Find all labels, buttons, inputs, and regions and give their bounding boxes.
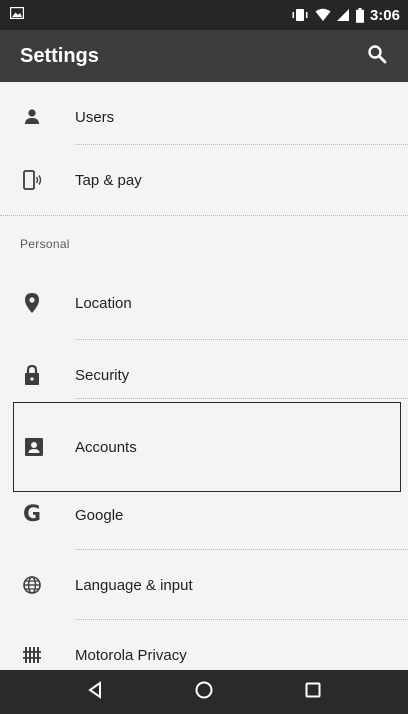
google-g-icon: G [20, 503, 44, 527]
settings-list: Users Tap & pay Personal Location Securi… [0, 82, 408, 670]
settings-item-label: Users [75, 108, 115, 126]
settings-item-label: Motorola Privacy [75, 646, 187, 664]
vibrate-icon [291, 8, 309, 22]
signal-icon [336, 8, 350, 22]
section-header-personal: Personal [20, 237, 70, 251]
battery-icon [355, 7, 364, 23]
section-divider [0, 215, 408, 216]
tap-pay-icon [20, 168, 44, 192]
page-title: Settings [20, 44, 99, 67]
back-icon [86, 680, 104, 704]
settings-item-label: Google [75, 506, 124, 524]
settings-item-language-input[interactable]: Language & input [0, 550, 408, 620]
home-icon [194, 680, 214, 705]
settings-item-motorola-privacy[interactable]: Motorola Privacy [0, 620, 408, 670]
settings-item-label: Location [75, 294, 132, 312]
settings-item-label: Accounts [75, 438, 137, 456]
recents-icon [304, 681, 322, 704]
account-box-icon [22, 435, 46, 459]
settings-item-users[interactable]: Users [0, 82, 408, 152]
search-button[interactable] [360, 39, 394, 73]
settings-item-google[interactable]: G Google [0, 480, 408, 550]
lock-icon [20, 363, 44, 387]
home-button[interactable] [184, 672, 224, 712]
google-g-glyph: G [22, 502, 42, 527]
settings-item-security[interactable]: Security [0, 340, 408, 410]
navigation-bar [0, 670, 408, 714]
settings-item-accounts[interactable]: Accounts [13, 402, 401, 492]
settings-item-label: Tap & pay [75, 171, 142, 189]
status-time: 3:06 [369, 6, 400, 24]
divider [75, 398, 408, 399]
settings-item-label: Language & input [75, 576, 193, 594]
search-icon [367, 44, 387, 69]
person-icon [20, 105, 44, 129]
status-bar: 3:06 [0, 0, 408, 30]
image-icon [9, 6, 25, 24]
back-button[interactable] [75, 672, 115, 712]
settings-item-tap-pay[interactable]: Tap & pay [0, 145, 408, 215]
settings-item-location[interactable]: Location [0, 268, 408, 338]
recents-button[interactable] [293, 672, 333, 712]
location-pin-icon [20, 291, 44, 315]
settings-item-label: Security [75, 366, 130, 384]
motorola-privacy-icon [20, 643, 44, 667]
globe-icon [20, 573, 44, 597]
wifi-icon [315, 8, 331, 22]
app-bar: Settings [0, 30, 408, 82]
